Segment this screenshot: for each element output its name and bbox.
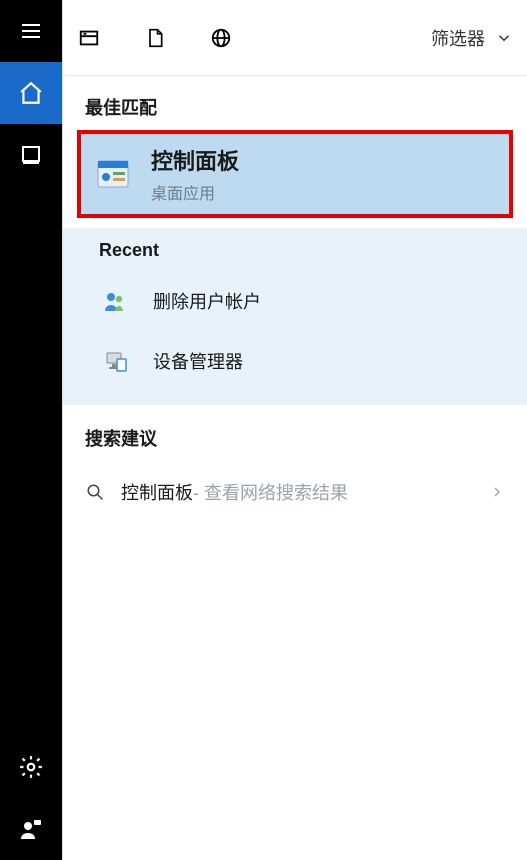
topbar-scopes: [77, 26, 233, 50]
scope-documents[interactable]: [143, 26, 167, 50]
suggestion-tail: - 查看网络搜索结果: [193, 479, 348, 505]
control-panel-icon: [97, 158, 129, 190]
globe-icon: [210, 27, 232, 49]
filter-label: 筛选器: [431, 25, 485, 51]
users-icon: [99, 285, 131, 317]
recent-item-delete-user[interactable]: 删除用户帐户: [63, 271, 527, 331]
search-suggestions: 搜索建议 控制面板 - 查看网络搜索结果: [63, 405, 527, 523]
best-match-title: 控制面板: [151, 144, 239, 176]
best-match-subtitle: 桌面应用: [151, 180, 239, 204]
rail-feedback[interactable]: [0, 798, 62, 860]
search-results-panel: 筛选器 最佳匹配 控制面板 桌面应用 Recent 删除用户帐户: [62, 0, 527, 860]
window-icon: [78, 27, 100, 49]
suggestion-web-search[interactable]: 控制面板 - 查看网络搜索结果: [63, 461, 527, 523]
filter-button[interactable]: 筛选器: [431, 25, 513, 51]
rail-spacer: [0, 186, 62, 736]
best-match-header: 最佳匹配: [63, 76, 527, 130]
recent-section: Recent 删除用户帐户 设备管理器: [63, 228, 527, 405]
results-topbar: 筛选器: [63, 0, 527, 76]
search-icon: [85, 482, 105, 502]
scope-web[interactable]: [209, 26, 233, 50]
rail-apps[interactable]: [0, 124, 62, 186]
recent-item-label: 删除用户帐户: [153, 288, 261, 314]
best-match-result[interactable]: 控制面板 桌面应用: [77, 130, 513, 218]
document-icon: [145, 27, 165, 49]
home-icon: [18, 80, 44, 106]
rail-settings[interactable]: [0, 736, 62, 798]
scope-apps[interactable]: [77, 26, 101, 50]
chevron-down-icon: [495, 29, 513, 47]
recent-item-device-manager[interactable]: 设备管理器: [63, 331, 527, 391]
hamburger-icon: [19, 19, 43, 43]
left-rail: [0, 0, 62, 860]
start-search-window: 筛选器 最佳匹配 控制面板 桌面应用 Recent 删除用户帐户: [0, 0, 527, 860]
hamburger-button[interactable]: [0, 0, 62, 62]
monitor-icon: [19, 143, 43, 167]
chevron-right-icon: [489, 484, 505, 500]
recent-header: Recent: [63, 240, 527, 271]
suggestion-query: 控制面板: [121, 479, 193, 505]
suggestions-header: 搜索建议: [63, 407, 527, 461]
device-icon: [99, 345, 131, 377]
gear-icon: [18, 754, 44, 780]
person-feedback-icon: [19, 817, 43, 841]
recent-item-label: 设备管理器: [153, 348, 243, 374]
rail-home[interactable]: [0, 62, 62, 124]
best-match-text: 控制面板 桌面应用: [151, 144, 239, 204]
